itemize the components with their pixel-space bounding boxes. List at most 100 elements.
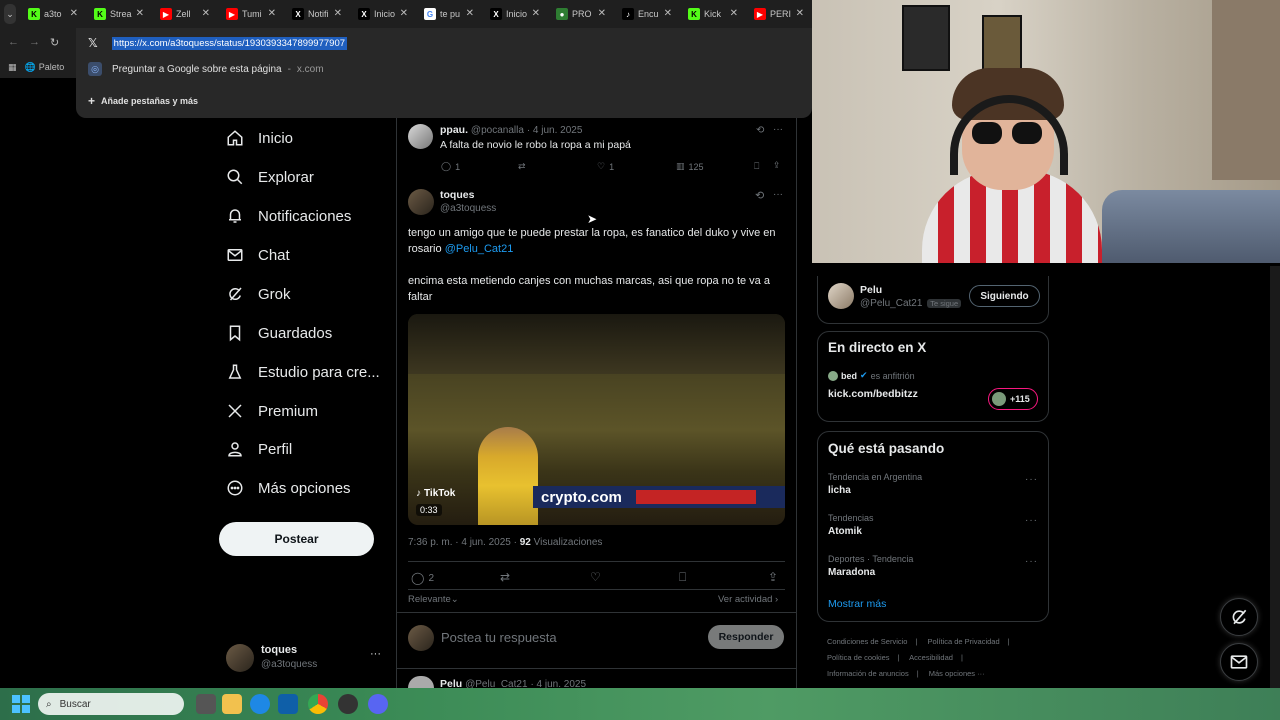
reply-button[interactable]: ◯ 2 — [411, 571, 434, 585]
grok-icon[interactable]: ⟲ — [755, 189, 764, 202]
task-view-icon[interactable] — [196, 694, 216, 714]
browser-tab[interactable]: Ka3to ✕ — [20, 0, 86, 28]
close-icon[interactable]: ✕ — [334, 8, 342, 19]
scrollbar[interactable] — [1270, 266, 1280, 688]
obs-icon[interactable] — [338, 694, 358, 714]
avatar[interactable] — [828, 283, 854, 309]
nav-item-explorar[interactable]: Explorar — [226, 168, 314, 186]
browser-tab[interactable]: X Notifi ✕ — [284, 0, 350, 28]
footer-link[interactable]: Accesibilidad — [909, 653, 953, 662]
nav-item-mas-opciones[interactable]: Más opciones — [226, 479, 351, 497]
footer-link[interactable]: Información de anuncios — [827, 669, 909, 678]
nav-item-guardados[interactable]: Guardados — [226, 324, 332, 342]
apps-grid-icon[interactable]: ▦ — [8, 62, 17, 73]
close-icon[interactable]: ✕ — [532, 8, 540, 19]
grok-fab[interactable] — [1220, 598, 1258, 636]
close-icon[interactable]: ✕ — [70, 8, 78, 19]
show-more-link[interactable]: Mostrar más — [828, 598, 886, 610]
close-icon[interactable]: ✕ — [796, 8, 804, 19]
tab-search-button[interactable]: ⌄ — [4, 4, 16, 24]
nav-item-inicio[interactable]: Inicio — [226, 129, 293, 147]
trend-item[interactable]: Tendencia en Argentina licha — [828, 472, 1038, 496]
close-icon[interactable]: ✕ — [136, 8, 144, 19]
footer-link[interactable]: Condiciones de Servicio — [827, 637, 907, 646]
nav-item-estudio[interactable]: Estudio para cre... — [226, 363, 380, 381]
live-link[interactable]: kick.com/bedbitzz — [828, 388, 918, 400]
close-icon[interactable]: ✕ — [268, 8, 276, 19]
grok-icon[interactable]: ⟲ — [756, 125, 764, 136]
more-icon[interactable]: ··· — [773, 124, 783, 135]
like-button[interactable]: ♡ 1 — [597, 161, 614, 172]
view-activity-link[interactable]: Ver actividad › — [718, 594, 778, 605]
reply-input[interactable]: Postea tu respuesta — [441, 630, 557, 645]
trend-item[interactable]: Deportes · Tendencia Maradona — [828, 554, 1038, 578]
live-listeners[interactable]: +115 — [988, 388, 1038, 410]
url-field[interactable]: https://x.com/a3toquess/status/193039334… — [111, 36, 348, 50]
browser-tab[interactable]: K Strea ✕ — [86, 0, 152, 28]
footer-link[interactable]: Política de cookies — [827, 653, 890, 662]
reply-button[interactable]: ◯ 1 — [441, 161, 460, 172]
reload-icon[interactable]: ↻ — [50, 36, 59, 49]
repost-button[interactable]: ⇄ — [518, 161, 526, 172]
store-icon[interactable] — [278, 694, 298, 714]
sort-dropdown[interactable]: Relevante⌄ — [408, 594, 459, 605]
close-icon[interactable]: ✕ — [730, 8, 738, 19]
views-button[interactable]: ▥ 125 — [676, 161, 704, 172]
windows-start-icon[interactable] — [12, 695, 30, 713]
following-button[interactable]: Siguiendo — [969, 285, 1040, 307]
close-icon[interactable]: ✕ — [466, 8, 474, 19]
taskbar-search[interactable]: ⌕ Buscar — [38, 693, 184, 715]
footer-link[interactable]: Más opciones ··· — [929, 669, 985, 678]
browser-tab[interactable]: X Inicio ✕ — [482, 0, 548, 28]
browser-tab[interactable]: ● PRO ✕ — [548, 0, 614, 28]
messages-fab[interactable] — [1220, 643, 1258, 681]
more-icon[interactable]: ··· — [1025, 515, 1038, 526]
nav-item-grok[interactable]: Grok — [226, 285, 291, 303]
discord-icon[interactable] — [368, 694, 388, 714]
nav-item-chat[interactable]: Chat — [226, 246, 290, 264]
edge-icon[interactable] — [250, 694, 270, 714]
forward-icon[interactable]: → — [29, 36, 40, 48]
chrome-icon[interactable] — [308, 694, 328, 714]
browser-tab[interactable]: K Kick ✕ — [680, 0, 746, 28]
bookmark-button[interactable]: ⎕ — [679, 570, 686, 585]
more-icon[interactable]: ··· — [370, 648, 381, 660]
video-player[interactable]: crypto.com ♪ TikTok 0:33 — [408, 314, 785, 525]
avatar[interactable] — [408, 189, 434, 215]
bookmark-item[interactable]: 🌐 Paleto — [25, 62, 65, 73]
author-name[interactable]: toques — [440, 189, 474, 201]
close-icon[interactable]: ✕ — [598, 8, 606, 19]
browser-tab[interactable]: ▶ Tumi ✕ — [218, 0, 284, 28]
browser-tab[interactable]: Gte pu ✕ — [416, 0, 482, 28]
add-tabs-row[interactable]: + Añade pestañas y más — [88, 94, 198, 108]
omnibox-suggestion[interactable]: ◎ Preguntar a Google sobre esta página -… — [88, 62, 324, 76]
browser-tab[interactable]: ♪ Encu ✕ — [614, 0, 680, 28]
bookmark-button[interactable]: ⎕ — [754, 161, 759, 172]
close-icon[interactable]: ✕ — [202, 8, 210, 19]
account-switcher[interactable]: toques @a3toquess ··· — [226, 642, 386, 678]
mention-link[interactable]: @Pelu_Cat21 — [445, 243, 514, 255]
share-button[interactable]: ⇪ — [773, 160, 781, 171]
trend-item[interactable]: Tendencias Atomik — [828, 513, 1038, 537]
more-icon[interactable]: ··· — [773, 189, 783, 200]
post-button[interactable]: Postear — [219, 522, 374, 556]
file-explorer-icon[interactable] — [222, 694, 242, 714]
repost-button[interactable]: ⇄ — [500, 570, 510, 584]
browser-tab[interactable]: ▶ PERI ✕ — [746, 0, 812, 28]
like-button[interactable]: ♡ — [590, 570, 601, 584]
share-button[interactable]: ⇪ — [768, 570, 778, 584]
more-icon[interactable]: ··· — [1025, 474, 1038, 485]
omnibox-url-row[interactable]: 𝕏 https://x.com/a3toquess/status/1930393… — [88, 36, 348, 50]
close-icon[interactable]: ✕ — [400, 8, 408, 19]
reply-submit-button[interactable]: Responder — [708, 625, 784, 649]
follow-name[interactable]: Pelu — [860, 284, 882, 296]
browser-tab[interactable]: ▶ Zell ✕ — [152, 0, 218, 28]
avatar[interactable] — [408, 124, 433, 149]
nav-item-perfil[interactable]: Perfil — [226, 440, 292, 458]
nav-item-premium[interactable]: Premium — [226, 402, 318, 420]
browser-tab[interactable]: X Inicio ✕ — [350, 0, 416, 28]
live-host[interactable]: bed ✔ es anfitrión — [828, 370, 915, 381]
nav-item-notificaciones[interactable]: Notificaciones — [226, 207, 351, 225]
back-icon[interactable]: ← — [8, 36, 19, 48]
author-handle[interactable]: @a3toquess — [440, 203, 496, 214]
